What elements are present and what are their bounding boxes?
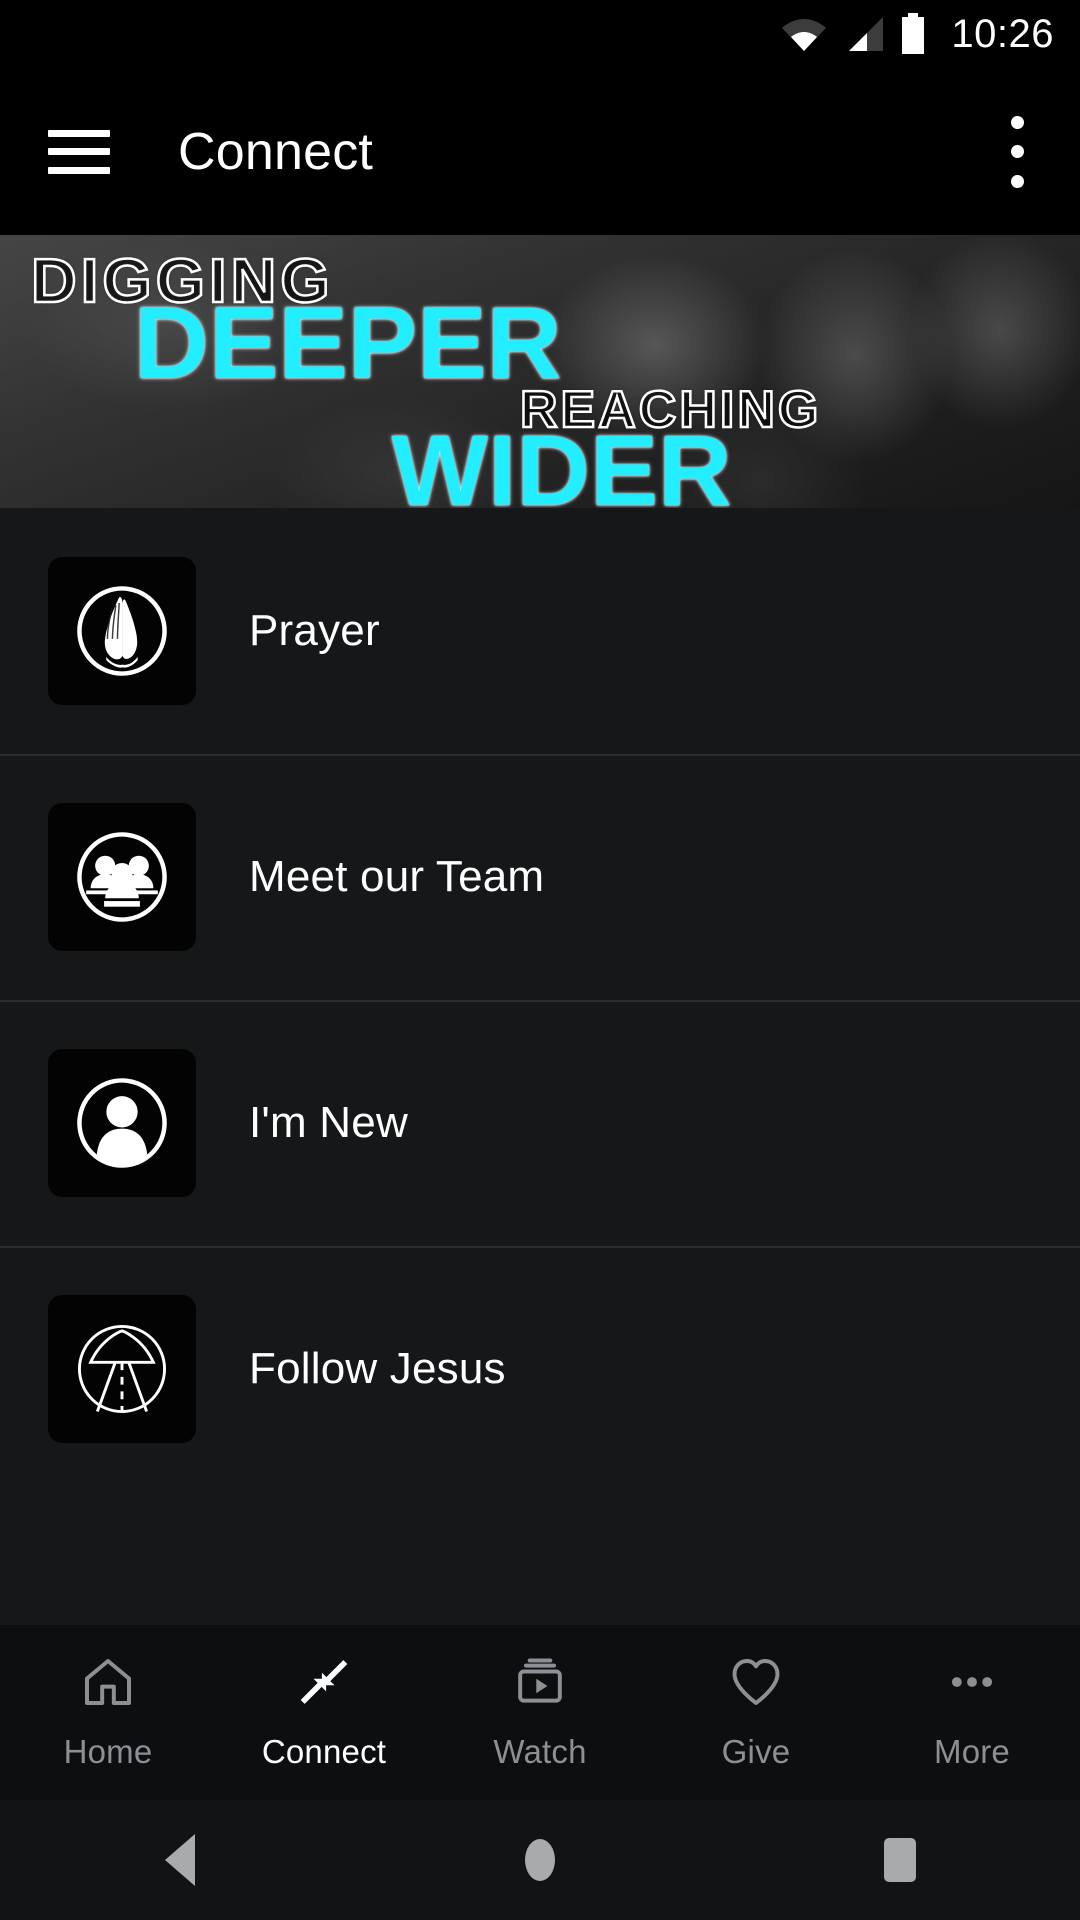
system-navigation-bar — [0, 1800, 1080, 1920]
list-item-label: I'm New — [249, 1098, 408, 1147]
list-item-label: Follow Jesus — [249, 1344, 506, 1393]
more-dots-icon — [944, 1651, 1000, 1713]
square-recents-icon — [884, 1838, 916, 1882]
meet-our-team-tile — [48, 803, 196, 951]
praying-hands-icon — [77, 586, 167, 676]
list-item-im-new[interactable]: I'm New — [0, 1000, 1080, 1246]
home-button[interactable] — [480, 1800, 600, 1920]
list-item-label: Meet our Team — [249, 852, 545, 901]
home-icon — [80, 1651, 136, 1713]
status-bar: 10:26 — [0, 0, 1080, 68]
connect-list: Prayer Meet our Team I'm New Follow Jesu… — [0, 508, 1080, 1625]
tab-label: Give — [721, 1733, 791, 1770]
list-item-follow-jesus[interactable]: Follow Jesus — [0, 1246, 1080, 1492]
cellular-signal-icon — [849, 17, 884, 51]
app-bar: Connect — [0, 68, 1080, 235]
triangle-back-icon — [165, 1834, 195, 1886]
list-item-prayer[interactable]: Prayer — [0, 508, 1080, 754]
page-title: Connect — [178, 122, 374, 181]
follow-jesus-tile — [48, 1295, 196, 1443]
tab-label: Home — [63, 1733, 153, 1770]
prayer-tile — [48, 557, 196, 705]
im-new-tile — [48, 1049, 196, 1197]
tab-label: More — [934, 1733, 1010, 1770]
hamburger-menu-icon[interactable] — [48, 129, 110, 174]
list-item-meet-our-team[interactable]: Meet our Team — [0, 754, 1080, 1000]
banner-line-wider: WIDER — [391, 415, 732, 508]
person-icon — [77, 1078, 167, 1168]
road-path-icon — [77, 1324, 167, 1414]
app-screen: 10:26 Connect DIGGING DEEPER REACHING WI… — [0, 0, 1080, 1920]
battery-icon — [902, 13, 925, 54]
tab-label: Watch — [493, 1733, 587, 1770]
back-button[interactable] — [120, 1800, 240, 1920]
list-item-label: Prayer — [249, 606, 380, 655]
tab-connect[interactable]: Connect — [216, 1625, 432, 1771]
tab-give[interactable]: Give — [648, 1625, 864, 1771]
tab-home[interactable]: Home — [0, 1625, 216, 1771]
banner-line-deeper: DEEPER — [133, 286, 562, 400]
recent-apps-button[interactable] — [840, 1800, 960, 1920]
bottom-tab-bar: Home Connect Watch Give More — [0, 1625, 1080, 1800]
tab-watch[interactable]: Watch — [432, 1625, 648, 1771]
tab-label: Connect — [261, 1733, 387, 1770]
group-people-icon — [77, 832, 167, 922]
circle-home-icon — [525, 1839, 555, 1881]
banner-headline-group: DIGGING DEEPER REACHING WIDER — [0, 235, 1080, 508]
connect-arrows-icon — [296, 1651, 352, 1713]
overflow-menu-icon[interactable] — [994, 115, 1040, 188]
promo-banner[interactable]: DIGGING DEEPER REACHING WIDER — [0, 235, 1080, 508]
heart-icon — [728, 1651, 784, 1713]
video-play-icon — [512, 1651, 568, 1713]
tab-more[interactable]: More — [864, 1625, 1080, 1771]
status-bar-clock: 10:26 — [951, 12, 1054, 56]
wifi-icon — [782, 19, 827, 51]
